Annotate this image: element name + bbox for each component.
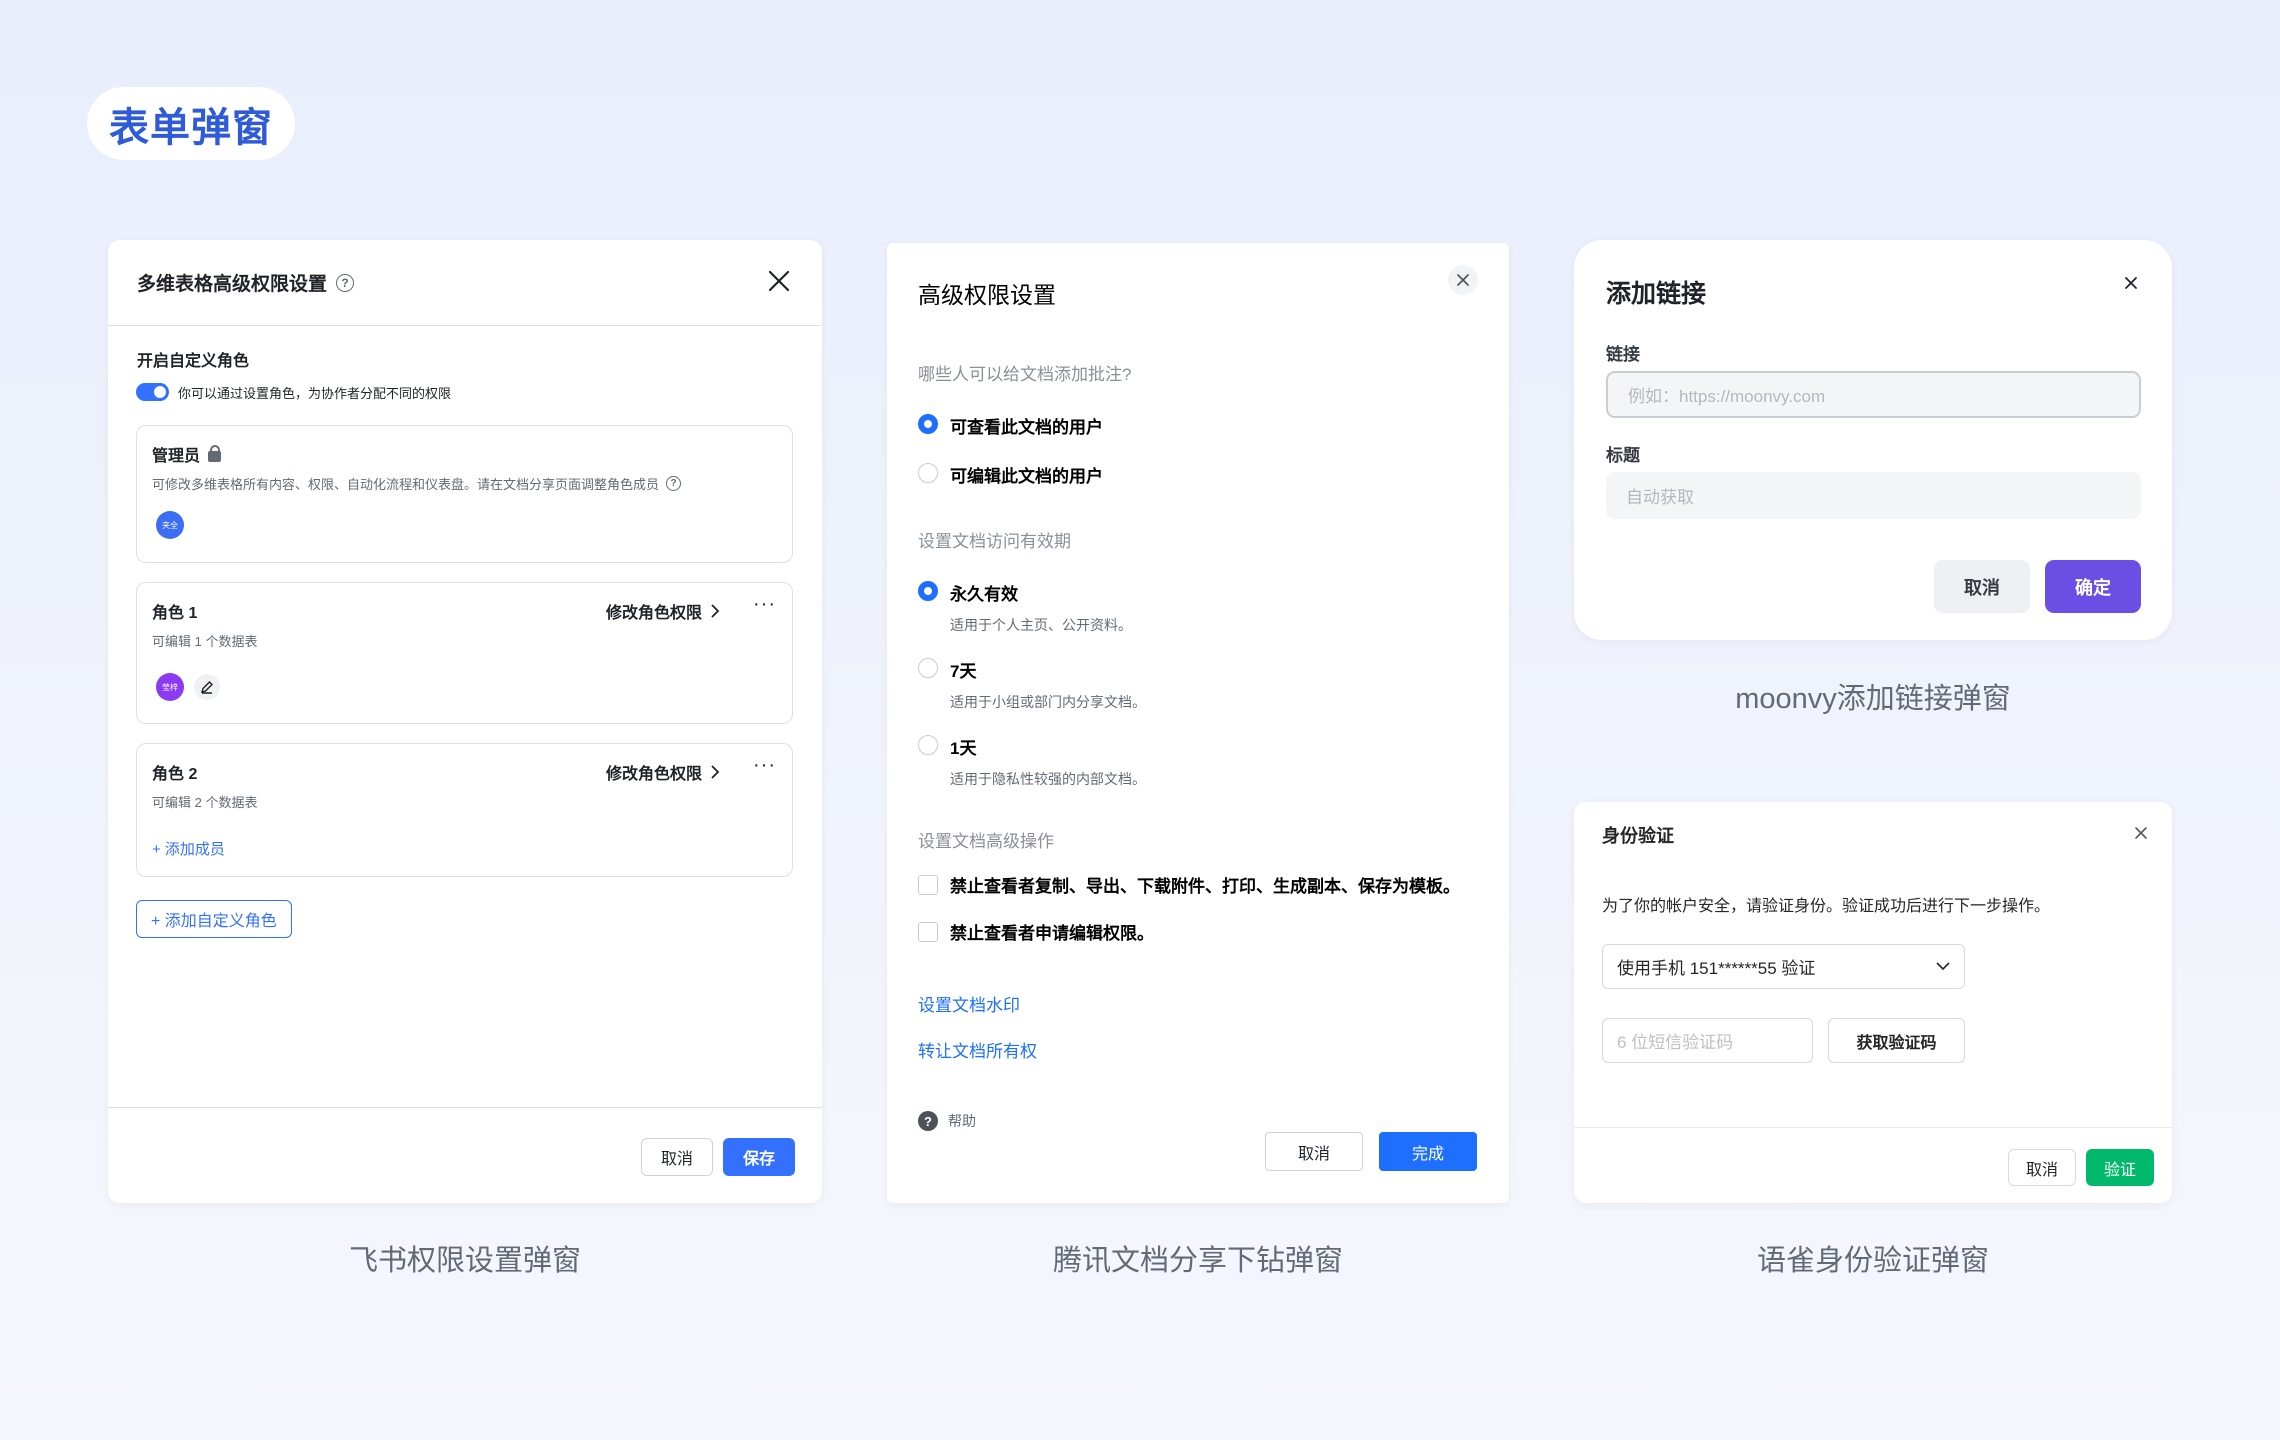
annotate-question: 哪些人可以给文档添加批注? — [918, 365, 1132, 384]
edit-icon[interactable] — [194, 674, 220, 700]
radio-unchecked[interactable] — [918, 463, 938, 483]
custom-role-title: 开启自定义角色 — [137, 353, 250, 370]
section-tag: 表单弹窗 — [87, 87, 295, 160]
checkbox-option[interactable]: 禁止查看者复制、导出、下载附件、打印、生成副本、保存为模板。 — [918, 872, 1460, 897]
link-input[interactable]: 例如：https://moonvy.com — [1606, 371, 2141, 418]
help-icon[interactable]: ? — [666, 476, 682, 491]
role-title: 角色 1 — [152, 605, 198, 622]
verification-method-select[interactable]: 使用手机 151******55 验证 — [1602, 944, 1965, 989]
sms-code-input[interactable]: 6 位短信验证码 — [1602, 1018, 1813, 1063]
moonvy-add-link-dialog: 添加链接 链接 例如：https://moonvy.com 标题 自动获取 取消… — [1574, 240, 2172, 640]
tencent-advanced-permission-dialog: 高级权限设置 哪些人可以给文档添加批注? 可查看此文档的用户 可编辑此文档的用户… — [887, 243, 1509, 1203]
checkbox-option[interactable]: 禁止查看者申请编辑权限。 — [918, 919, 1154, 944]
verification-desc: 为了你的帐户安全，请验证身份。验证成功后进行下一步操作。 — [1602, 898, 2051, 915]
dialog-title: 多维表格高级权限设置 — [137, 274, 328, 295]
caption: moonvy添加链接弹窗 — [1735, 683, 2011, 715]
chevron-right-icon — [711, 765, 720, 779]
dialog-title: 添加链接 — [1606, 280, 1707, 308]
radio-option[interactable]: 可编辑此文档的用户 — [918, 462, 1103, 487]
validity-question: 设置文档访问有效期 — [918, 532, 1071, 551]
radio-option[interactable]: 永久有效 适用于个人主页、公开资料。 — [918, 580, 1132, 635]
more-icon[interactable]: ··· — [753, 593, 776, 616]
verify-button[interactable]: 验证 — [2086, 1149, 2154, 1186]
transfer-ownership-link[interactable]: 转让文档所有权 — [918, 1037, 1037, 1062]
custom-role-toggle[interactable] — [136, 383, 169, 401]
caption: 腾讯文档分享下钻弹窗 — [1052, 1245, 1343, 1277]
admin-role-title: 管理员 — [152, 448, 201, 465]
role-card: 角色 1 可编辑 1 个数据表 修改角色权限 ··· 莹梓 — [136, 582, 793, 724]
radio-option[interactable]: 7天 适用于小组或部门内分享文档。 — [918, 657, 1146, 712]
admin-role-desc: 可修改多维表格所有内容、权限、自动化流程和仪表盘。请在文档分享页面调整角色成员 — [152, 477, 660, 492]
advanced-ops-question: 设置文档高级操作 — [918, 832, 1054, 851]
close-icon[interactable] — [1448, 265, 1478, 295]
done-button[interactable]: 完成 — [1379, 1132, 1477, 1171]
caption: 飞书权限设置弹窗 — [348, 1245, 581, 1277]
dialog-title: 高级权限设置 — [918, 282, 1056, 308]
radio-option[interactable]: 可查看此文档的用户 — [918, 413, 1103, 438]
add-member-button[interactable]: + 添加成员 — [152, 838, 225, 859]
admin-role-card: 管理员 可修改多维表格所有内容、权限、自动化流程和仪表盘。请在文档分享页面调整角… — [136, 425, 793, 563]
dialog-footer-divider — [108, 1107, 822, 1108]
save-button[interactable]: 保存 — [723, 1138, 795, 1176]
get-code-button[interactable]: 获取验证码 — [1828, 1018, 1965, 1063]
checkbox[interactable] — [918, 921, 938, 942]
cancel-button[interactable]: 取消 — [1265, 1132, 1363, 1171]
chevron-right-icon — [711, 604, 720, 618]
cancel-button[interactable]: 取消 — [2008, 1149, 2076, 1186]
confirm-button[interactable]: 确定 — [2045, 560, 2141, 613]
link-label: 链接 — [1606, 345, 1640, 364]
lock-icon — [208, 444, 222, 462]
help-link[interactable]: ? 帮助 — [918, 1111, 976, 1131]
cancel-button[interactable]: 取消 — [641, 1138, 713, 1176]
close-icon[interactable] — [764, 266, 794, 296]
avatar[interactable]: 莹梓 — [156, 673, 184, 701]
edit-role-permission-button[interactable]: 修改角色权限 — [606, 599, 720, 623]
dialog-title: 身份验证 — [1602, 826, 1674, 846]
title-label: 标题 — [1606, 446, 1640, 465]
radio-unchecked[interactable] — [918, 658, 938, 678]
close-icon[interactable] — [2124, 270, 2138, 296]
checkbox[interactable] — [918, 874, 938, 895]
radio-option[interactable]: 1天 适用于隐私性较强的内部文档。 — [918, 734, 1146, 789]
help-icon: ? — [918, 1111, 938, 1131]
add-custom-role-button[interactable]: + 添加自定义角色 — [136, 900, 292, 938]
radio-checked[interactable] — [918, 581, 938, 601]
close-icon[interactable] — [2134, 820, 2148, 846]
yuque-identity-verification-dialog: 身份验证 为了你的帐户安全，请验证身份。验证成功后进行下一步操作。 使用手机 1… — [1574, 802, 2172, 1203]
chevron-down-icon — [1936, 962, 1950, 971]
dialog-header: 多维表格高级权限设置 ? — [108, 240, 822, 326]
dialog-footer-divider — [1574, 1127, 2172, 1128]
feishu-permission-dialog: 多维表格高级权限设置 ? 开启自定义角色 你可以通过设置角色，为协作者分配不同的… — [108, 240, 822, 1203]
role-card: 角色 2 可编辑 2 个数据表 修改角色权限 ··· + 添加成员 — [136, 743, 793, 877]
cancel-button[interactable]: 取消 — [1934, 560, 2030, 613]
radio-checked[interactable] — [918, 414, 938, 434]
edit-role-permission-button[interactable]: 修改角色权限 — [606, 760, 720, 784]
role-desc: 可编辑 2 个数据表 — [152, 795, 258, 810]
custom-role-desc: 你可以通过设置角色，为协作者分配不同的权限 — [178, 386, 452, 401]
help-icon[interactable]: ? — [336, 273, 355, 292]
role-title: 角色 2 — [152, 766, 198, 783]
caption: 语雀身份验证弹窗 — [1756, 1245, 1989, 1277]
watermark-link[interactable]: 设置文档水印 — [918, 991, 1020, 1016]
more-icon[interactable]: ··· — [753, 754, 776, 777]
radio-unchecked[interactable] — [918, 735, 938, 755]
role-desc: 可编辑 1 个数据表 — [152, 634, 258, 649]
avatar[interactable]: 夹全 — [156, 511, 184, 539]
title-input[interactable]: 自动获取 — [1606, 472, 2141, 519]
